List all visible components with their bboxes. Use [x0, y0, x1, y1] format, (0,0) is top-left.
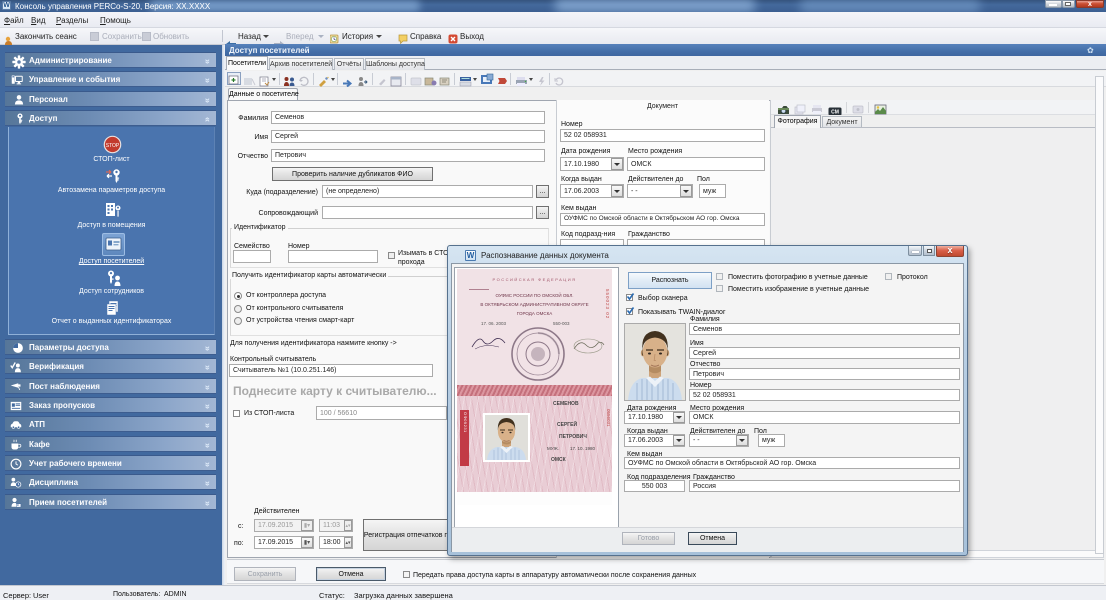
svg-text:STOP: STOP: [106, 143, 120, 149]
